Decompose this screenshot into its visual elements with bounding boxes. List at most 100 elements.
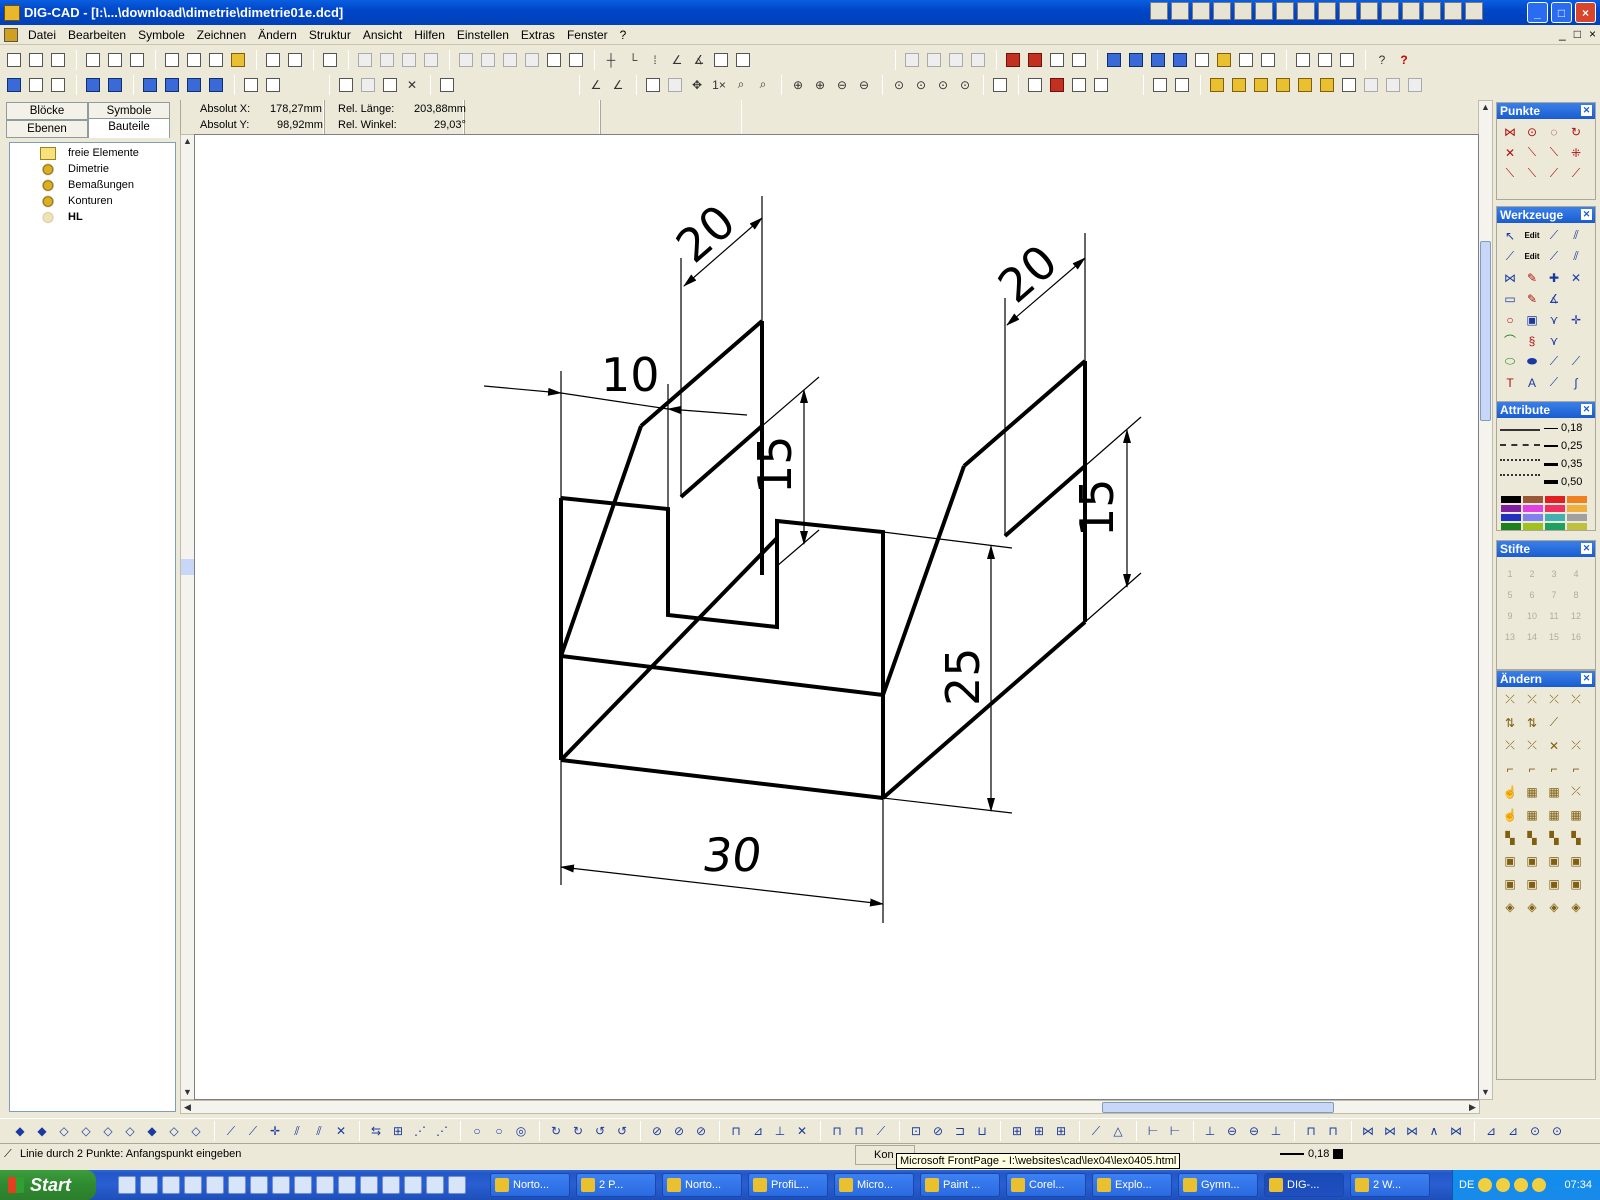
color-swatch[interactable] bbox=[1501, 496, 1521, 503]
undo-icon[interactable] bbox=[456, 50, 476, 70]
draw-tool-icon[interactable]: ⟋ bbox=[871, 1121, 891, 1141]
draw-tool-icon[interactable]: ⋰ bbox=[432, 1121, 452, 1141]
pen-slot[interactable]: 16 bbox=[1565, 626, 1587, 647]
quicklaunch-icon[interactable] bbox=[140, 1176, 158, 1194]
draw-tool-icon[interactable]: ⊡ bbox=[906, 1121, 926, 1141]
line-style-solid[interactable] bbox=[1500, 422, 1540, 431]
axis-icon[interactable]: └ bbox=[623, 50, 643, 70]
quicklaunch-icon[interactable] bbox=[206, 1176, 224, 1194]
ellipse-icon[interactable]: ⬭ bbox=[1499, 351, 1521, 372]
open-file-icon[interactable] bbox=[26, 50, 46, 70]
draw-tool-icon[interactable]: ⊖ bbox=[1222, 1121, 1242, 1141]
left-vertical-scrollbar[interactable]: ▲ ▼ bbox=[180, 134, 195, 1100]
point-intersect-icon[interactable]: ✕ bbox=[1499, 142, 1521, 163]
draw-tool-icon[interactable]: ⊔ bbox=[972, 1121, 992, 1141]
calc-icon[interactable] bbox=[1258, 50, 1278, 70]
draw-tool-icon[interactable]: ∧ bbox=[1424, 1121, 1444, 1141]
drawing-canvas[interactable]: 30 25 10 15 15 20 20 bbox=[194, 134, 1479, 1100]
modify-tool-icon[interactable]: ▚ bbox=[1543, 827, 1565, 848]
image-icon[interactable] bbox=[437, 75, 457, 95]
draw-tool-icon[interactable]: △ bbox=[1108, 1121, 1128, 1141]
select-all-icon[interactable] bbox=[380, 75, 400, 95]
pen-slot[interactable]: 10 bbox=[1521, 605, 1543, 626]
tree-item-konturen[interactable]: Konturen bbox=[40, 193, 113, 209]
tool-red2-icon[interactable]: ✎ bbox=[1521, 288, 1543, 309]
layer-up-icon[interactable] bbox=[4, 75, 24, 95]
line4-icon[interactable]: ⟋ bbox=[1543, 246, 1565, 267]
rotate-icon[interactable] bbox=[1126, 50, 1146, 70]
draw-tool-icon[interactable]: ◎ bbox=[511, 1121, 531, 1141]
polyline-icon[interactable]: ⋈ bbox=[1499, 267, 1521, 288]
tab-ebenen[interactable]: Ebenen bbox=[6, 120, 88, 138]
maximize-button[interactable]: □ bbox=[1551, 2, 1572, 23]
taskbar-task[interactable]: Micro... bbox=[834, 1173, 914, 1197]
pen-color-swatch[interactable] bbox=[1333, 1149, 1344, 1159]
scroll-up-icon[interactable]: ▲ bbox=[181, 135, 194, 148]
stretch-icon[interactable] bbox=[1170, 50, 1190, 70]
send-back-icon[interactable] bbox=[263, 75, 283, 95]
tray-icon[interactable] bbox=[1496, 1178, 1511, 1192]
print-icon[interactable] bbox=[263, 50, 283, 70]
save-all-icon[interactable] bbox=[127, 50, 147, 70]
delete-icon[interactable]: ✕ bbox=[402, 75, 422, 95]
line-width-item[interactable]: 0,50 bbox=[1544, 476, 1582, 488]
line-icon[interactable]: ⟋ bbox=[1543, 225, 1565, 246]
tray-icon[interactable] bbox=[1171, 2, 1189, 20]
zoom-fit-icon[interactable]: ⊙ bbox=[955, 75, 975, 95]
modify-tool-icon[interactable]: ▚ bbox=[1499, 827, 1521, 848]
text-edit-icon[interactable]: A bbox=[1521, 372, 1543, 393]
draw-tool-icon[interactable]: ◆ bbox=[10, 1121, 30, 1141]
modify-tool-icon[interactable]: ⇅ bbox=[1521, 712, 1543, 733]
trim-icon[interactable]: ⟋ bbox=[1543, 351, 1565, 372]
tray-icon[interactable] bbox=[1339, 2, 1357, 20]
taskbar-task[interactable]: Explo... bbox=[1092, 1173, 1172, 1197]
mdi-close-button[interactable]: × bbox=[1589, 27, 1596, 41]
modify-tool-icon[interactable]: ⤫ bbox=[1565, 735, 1587, 756]
menu-hilfen[interactable]: Hilfen bbox=[408, 26, 451, 44]
pen-slot[interactable]: 7 bbox=[1543, 584, 1565, 605]
snap-icon[interactable] bbox=[733, 50, 753, 70]
draw-tool-icon[interactable]: ⫽ bbox=[287, 1121, 307, 1141]
line-width-item[interactable]: 0,25 bbox=[1544, 440, 1582, 452]
quicklaunch-icon[interactable] bbox=[448, 1176, 466, 1194]
draw-tool-icon[interactable]: ⋈ bbox=[1402, 1121, 1422, 1141]
close-icon[interactable]: ✕ bbox=[1581, 105, 1592, 116]
scroll-up-icon[interactable]: ▲ bbox=[1479, 101, 1492, 114]
tray-icon[interactable] bbox=[1318, 2, 1336, 20]
quicklaunch-icon[interactable] bbox=[382, 1176, 400, 1194]
extend-icon[interactable]: ⟋ bbox=[1543, 372, 1565, 393]
tree-item-hl[interactable]: HL bbox=[40, 209, 83, 225]
status-pen-width[interactable]: 0,18 bbox=[1280, 1145, 1344, 1163]
zoom-next-icon[interactable]: ⊙ bbox=[911, 75, 931, 95]
tray-icon[interactable] bbox=[1381, 2, 1399, 20]
draw-tool-icon[interactable]: ↻ bbox=[568, 1121, 588, 1141]
taskbar-task[interactable]: Gymn... bbox=[1178, 1173, 1258, 1197]
draw-tool-icon[interactable]: ◆ bbox=[32, 1121, 52, 1141]
scroll-down-icon[interactable]: ▼ bbox=[1479, 1086, 1492, 1099]
part6-icon[interactable] bbox=[1317, 75, 1337, 95]
quicklaunch-icon[interactable] bbox=[118, 1176, 136, 1194]
tray-icon[interactable] bbox=[1297, 2, 1315, 20]
draw-tool-icon[interactable]: ⊓ bbox=[1323, 1121, 1343, 1141]
select-dis-icon[interactable] bbox=[358, 75, 378, 95]
copy-window-icon[interactable] bbox=[1150, 75, 1170, 95]
menu-extras[interactable]: Extras bbox=[515, 26, 561, 44]
color-swatch[interactable] bbox=[1567, 505, 1587, 512]
color-swatch[interactable] bbox=[1567, 514, 1587, 521]
scroll-thumb[interactable] bbox=[1102, 1102, 1334, 1113]
context-help-icon[interactable]: ? bbox=[1394, 50, 1414, 70]
quicklaunch-icon[interactable] bbox=[294, 1176, 312, 1194]
edit1-icon[interactable]: Edit bbox=[1521, 225, 1543, 246]
zoom-icon[interactable]: ⌕ bbox=[731, 75, 751, 95]
part9-icon[interactable] bbox=[1383, 75, 1403, 95]
quicklaunch-icon[interactable] bbox=[338, 1176, 356, 1194]
rectangle-icon[interactable]: ▭ bbox=[1499, 288, 1521, 309]
color-swatch[interactable] bbox=[1567, 496, 1587, 503]
color-swatch[interactable] bbox=[1523, 496, 1543, 503]
module-icon[interactable] bbox=[1003, 50, 1023, 70]
extend2-icon[interactable]: ∫ bbox=[1565, 372, 1587, 393]
modify-tool-icon[interactable]: ⤫ bbox=[1565, 689, 1587, 710]
window-icon[interactable] bbox=[1293, 50, 1313, 70]
taskbar-task[interactable]: 2 P... bbox=[576, 1173, 656, 1197]
draw-tool-icon[interactable]: ◇ bbox=[164, 1121, 184, 1141]
